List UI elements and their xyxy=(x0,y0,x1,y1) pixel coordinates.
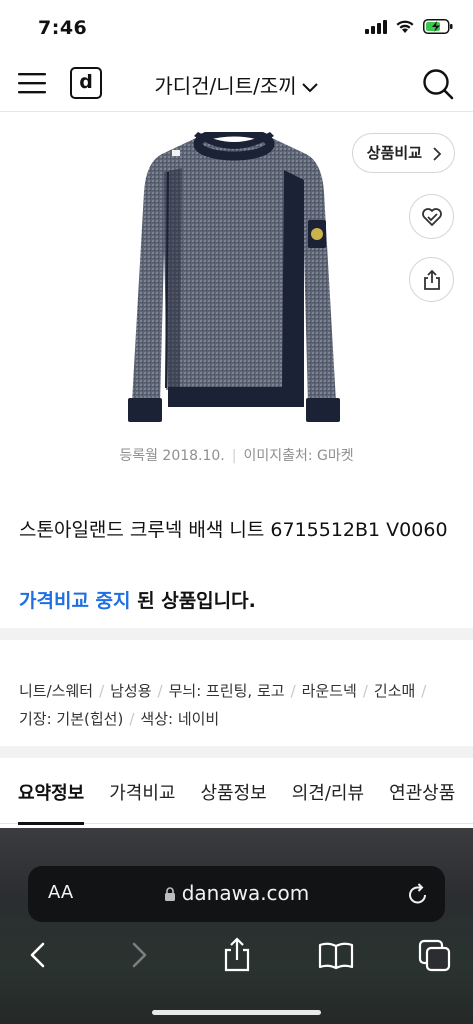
back-icon[interactable] xyxy=(20,936,60,976)
spec-separator: / xyxy=(362,682,368,700)
bookmarks-icon[interactable] xyxy=(316,936,356,976)
battery-charging-icon xyxy=(423,19,453,34)
tab-reviews[interactable]: 의견/리뷰 xyxy=(292,760,364,824)
reload-icon[interactable] xyxy=(407,882,429,906)
compare-button[interactable]: 상품비교 xyxy=(351,133,455,173)
spec-item: 라운드넥 xyxy=(301,682,357,700)
address-bar[interactable]: AA danawa.com xyxy=(28,866,445,922)
tab-product-info[interactable]: 상품정보 xyxy=(201,760,267,824)
spec-separator: / xyxy=(129,710,135,728)
spec-item: 색상: 네이비 xyxy=(140,710,220,728)
spec-item: 니트/스웨터 xyxy=(19,682,94,700)
spec-item: 긴소매 xyxy=(373,682,416,700)
address-display[interactable]: danawa.com xyxy=(28,881,445,905)
search-icon[interactable] xyxy=(421,67,455,101)
compare-label: 상품비교 xyxy=(366,144,422,162)
browser-bottom-bar: AA danawa.com xyxy=(0,828,473,1024)
spec-separator: / xyxy=(421,682,427,700)
product-tabs: 요약정보 가격비교 상품정보 의견/리뷰 연관상품 xyxy=(0,760,473,825)
signal-icon xyxy=(365,19,387,34)
heart-check-icon xyxy=(422,208,442,226)
price-status: 가격비교 중지 된 상품입니다. xyxy=(19,586,256,613)
chevron-right-icon xyxy=(433,147,442,161)
section-divider xyxy=(0,628,473,640)
spec-separator: / xyxy=(290,682,296,700)
status-time: 7:46 xyxy=(38,17,88,39)
lock-icon xyxy=(164,887,175,901)
wishlist-button[interactable] xyxy=(409,194,454,239)
tabs-icon[interactable] xyxy=(415,936,455,976)
browser-toolbar xyxy=(0,936,473,986)
spec-separator: / xyxy=(157,682,163,700)
image-source: 이미지출처: G마켓 xyxy=(243,448,354,464)
site-header: d 가디건/니트/조끼 xyxy=(0,56,473,112)
tab-related[interactable]: 연관상품 xyxy=(389,760,455,824)
share-button[interactable] xyxy=(409,257,454,302)
product-title: 스톤아일랜드 크루넥 배색 니트 6715512B1 V0060 xyxy=(19,519,448,541)
status-bar: 7:46 xyxy=(0,0,473,56)
section-divider xyxy=(0,746,473,758)
spec-item: 기장: 기본(힙선) xyxy=(19,710,124,728)
share-icon[interactable] xyxy=(217,936,257,976)
spec-item: 무늬: 프린팅, 로고 xyxy=(168,682,285,700)
share-icon xyxy=(424,269,440,290)
spec-separator: / xyxy=(99,682,105,700)
price-status-highlight: 가격비교 중지 xyxy=(19,590,131,612)
product-image[interactable] xyxy=(108,132,360,430)
category-label: 가디건/니트/조끼 xyxy=(154,74,297,98)
product-section: 상품비교 등록월 2018.10. | 이미지출처: G마켓 xyxy=(0,112,473,477)
status-icons xyxy=(365,19,453,34)
price-status-text: 된 상품입니다. xyxy=(130,590,256,612)
registered-date: 등록월 2018.10. xyxy=(119,448,225,464)
spec-item: 남성용 xyxy=(110,682,152,700)
tab-price-compare[interactable]: 가격비교 xyxy=(109,760,175,824)
domain-text: danawa.com xyxy=(181,881,310,905)
chevron-down-icon xyxy=(301,82,318,92)
forward-icon[interactable] xyxy=(118,936,158,976)
tab-summary[interactable]: 요약정보 xyxy=(18,760,85,825)
product-meta: 등록월 2018.10. | 이미지출처: G마켓 xyxy=(0,445,473,465)
category-selector[interactable]: 가디건/니트/조끼 xyxy=(0,70,473,99)
home-indicator xyxy=(152,1010,321,1015)
spec-list: 니트/스웨터 / 남성용 / 무늬: 프린팅, 로고 / 라운드넥 / 긴소매 / 기장: 기본(힙… xyxy=(19,677,459,733)
meta-separator: | xyxy=(231,448,237,464)
wifi-icon xyxy=(396,20,414,33)
